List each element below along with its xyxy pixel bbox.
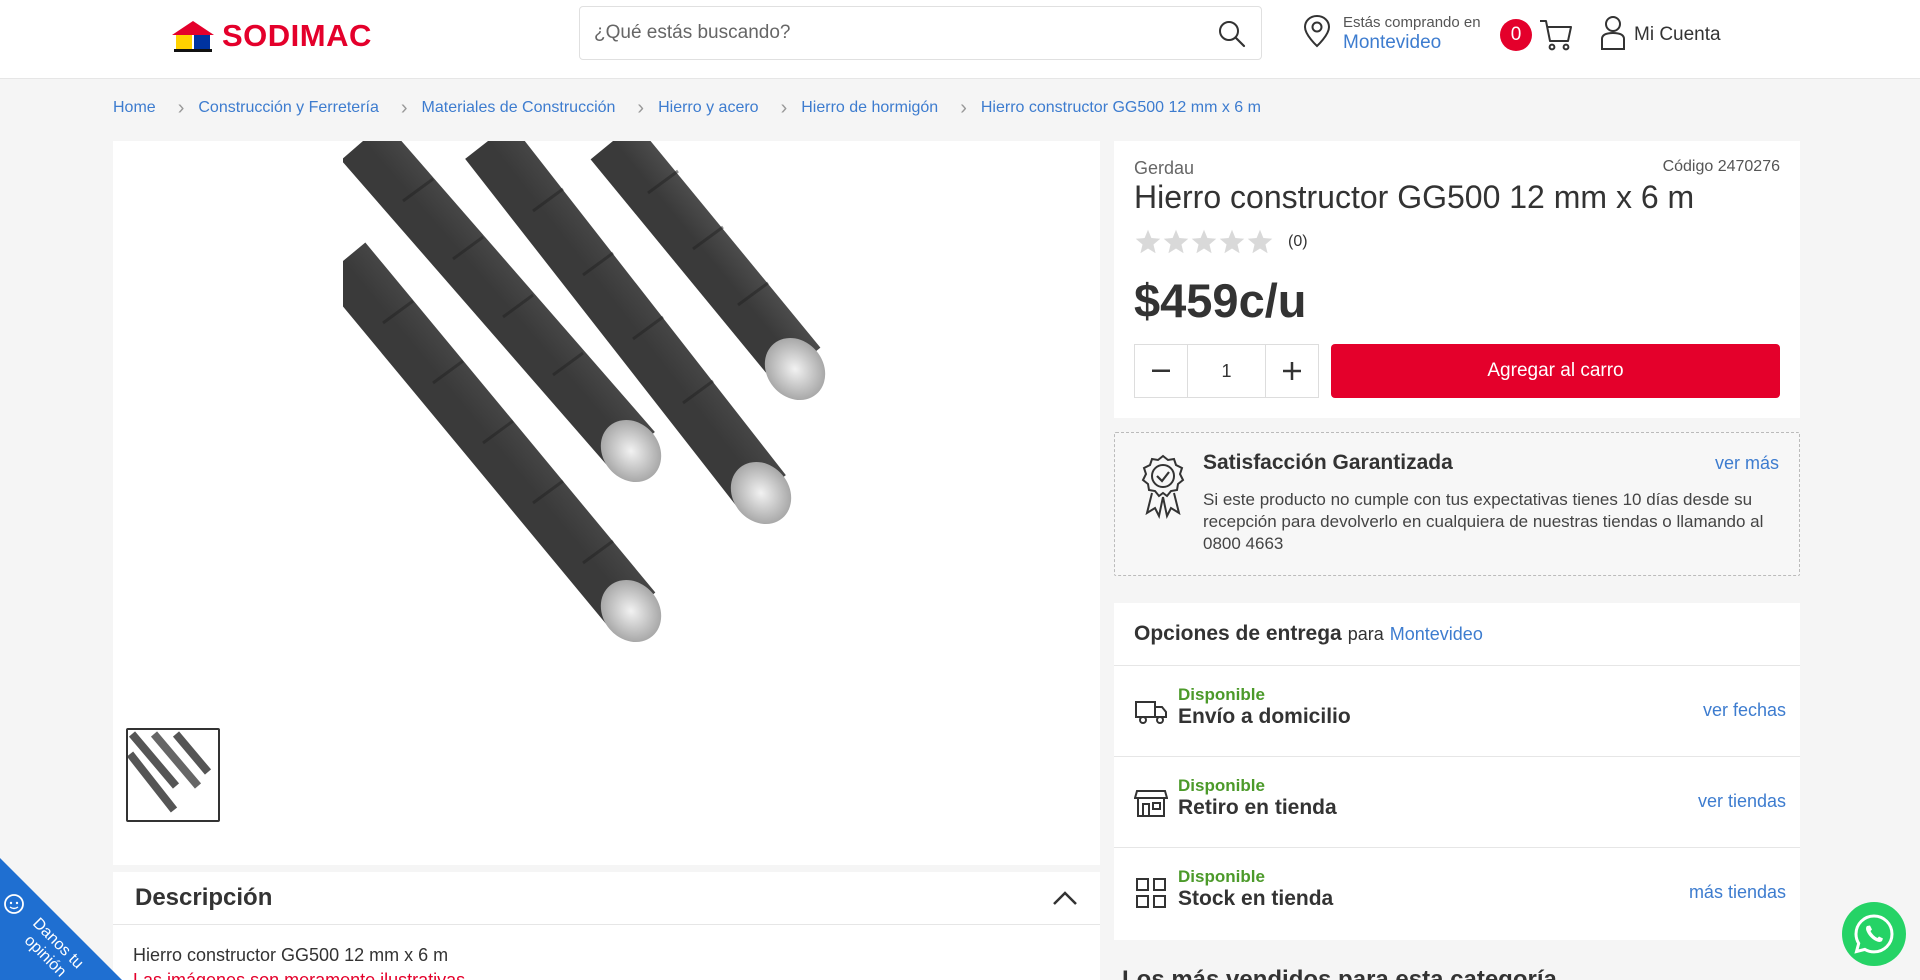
view-dates-link[interactable]: ver fechas: [1703, 700, 1786, 721]
availability-status: Disponible: [1178, 867, 1265, 886]
star-icon: [1191, 229, 1217, 254]
chevron-right-icon: ›: [780, 97, 788, 119]
delivery-para-label: para: [1347, 623, 1384, 644]
delivery-option-label: Retiro en tienda: [1178, 796, 1337, 819]
delivery-options-card: Opciones de entrega para Montevideo Disp…: [1114, 603, 1800, 940]
breadcrumb-construccion-ferreteria[interactable]: Construcción y Ferretería: [198, 99, 379, 117]
chevron-up-icon[interactable]: [1052, 890, 1078, 906]
plus-icon: [1283, 362, 1301, 380]
breadcrumb-materiales-construccion[interactable]: Materiales de Construcción: [422, 99, 616, 117]
delivery-option-label: Stock en tienda: [1178, 887, 1334, 910]
delivery-title: Opciones de entrega: [1134, 622, 1342, 645]
location-city-link[interactable]: Montevideo: [1343, 32, 1441, 54]
search-bar: [579, 6, 1262, 60]
whatsapp-button[interactable]: [1842, 902, 1906, 966]
breadcrumb: Home › Construcción y Ferretería › Mater…: [113, 98, 1261, 118]
minus-icon: [1152, 369, 1170, 372]
star-icon: [1247, 229, 1273, 254]
delivery-header: Opciones de entrega para Montevideo: [1114, 603, 1800, 666]
breadcrumb-current-product[interactable]: Hierro constructor GG500 12 mm x 6 m: [981, 99, 1261, 117]
account-link[interactable]: Mi Cuenta: [1634, 24, 1721, 46]
product-info-card: Gerdau Código 2470276 Hierro constructor…: [1114, 141, 1800, 418]
thumbnail-image: [126, 731, 212, 813]
quantity-stepper: 1: [1134, 344, 1319, 398]
breadcrumb-hierro-acero[interactable]: Hierro y acero: [658, 99, 758, 117]
satisfaction-more-link[interactable]: ver más: [1715, 453, 1779, 474]
decrease-quantity-button[interactable]: [1135, 345, 1187, 397]
search-icon[interactable]: [1217, 19, 1247, 49]
user-icon[interactable]: [1600, 15, 1626, 51]
product-price: $459c/u: [1134, 273, 1306, 328]
logo-text: SODIMAC: [222, 18, 372, 53]
location-caption: Estás comprando en: [1343, 14, 1481, 31]
delivery-option-label: Envío a domicilio: [1178, 705, 1351, 728]
grid-icon: [1136, 878, 1166, 908]
description-title: Descripción: [135, 884, 273, 911]
feedback-ribbon[interactable]: Danos tu opinión: [0, 858, 122, 980]
search-input[interactable]: [580, 7, 1180, 59]
product-title: Hierro constructor GG500 12 mm x 6 m: [1134, 179, 1695, 215]
description-toggle[interactable]: Descripción: [113, 872, 1100, 925]
quantity-input[interactable]: 1: [1187, 345, 1266, 397]
delivery-option-home: Disponible Envío a domicilio ver fechas: [1114, 666, 1800, 757]
availability-status: Disponible: [1178, 685, 1265, 704]
star-icon: [1163, 229, 1189, 254]
best-sellers-heading: Los más vendidos para esta categoría: [1122, 966, 1557, 980]
breadcrumb-home[interactable]: Home: [113, 99, 156, 117]
location-pin-icon[interactable]: [1302, 14, 1332, 48]
award-badge-icon: [1141, 454, 1185, 519]
product-code: Código 2470276: [1662, 158, 1780, 175]
satisfaction-guarantee-box: Satisfacción Garantizada ver más Si este…: [1114, 432, 1800, 576]
more-stores-link[interactable]: más tiendas: [1689, 882, 1786, 903]
product-brand[interactable]: Gerdau: [1134, 158, 1194, 179]
whatsapp-icon: [1854, 914, 1894, 954]
star-icon: [1219, 229, 1245, 254]
store-icon: [1134, 790, 1168, 817]
star-icon: [1135, 229, 1161, 254]
chevron-right-icon: ›: [637, 97, 645, 119]
delivery-city-link[interactable]: Montevideo: [1390, 624, 1483, 645]
description-disclaimer: Las imágenes son meramente ilustrativas: [133, 970, 466, 980]
description-panel: Descripción Hierro constructor GG500 12 …: [113, 872, 1100, 980]
price-unit: c/u: [1238, 274, 1307, 327]
chevron-right-icon: ›: [960, 97, 967, 119]
satisfaction-text: Si este producto no cumple con tus expec…: [1203, 490, 1764, 553]
truck-icon: [1135, 701, 1167, 724]
add-to-cart-button[interactable]: Agregar al carro: [1331, 344, 1780, 398]
product-image[interactable]: [343, 141, 863, 681]
product-gallery: [113, 141, 1100, 865]
delivery-option-pickup: Disponible Retiro en tienda ver tiendas: [1114, 757, 1800, 848]
product-thumbnail[interactable]: [126, 728, 220, 822]
chevron-right-icon: ›: [177, 97, 185, 119]
cart-icon[interactable]: [1538, 16, 1574, 52]
review-count[interactable]: (0): [1288, 233, 1308, 251]
increase-quantity-button[interactable]: [1266, 345, 1318, 397]
chevron-right-icon: ›: [400, 97, 408, 119]
house-logo-icon: [172, 21, 214, 52]
description-text: Hierro constructor GG500 12 mm x 6 m: [133, 945, 449, 965]
breadcrumb-hierro-hormigon[interactable]: Hierro de hormigón: [801, 99, 938, 117]
availability-status: Disponible: [1178, 776, 1265, 795]
view-stores-link[interactable]: ver tiendas: [1698, 791, 1786, 812]
sodimac-logo[interactable]: SODIMAC: [170, 16, 392, 56]
price-amount: $459: [1134, 274, 1239, 327]
site-header: SODIMAC Estás comprando en Montevideo 0 …: [0, 0, 1920, 79]
cart-count-badge[interactable]: 0: [1500, 19, 1532, 51]
rating-stars[interactable]: (0): [1134, 228, 1308, 256]
satisfaction-title: Satisfacción Garantizada: [1203, 451, 1453, 474]
delivery-option-stock: Disponible Stock en tienda más tiendas: [1114, 848, 1800, 939]
